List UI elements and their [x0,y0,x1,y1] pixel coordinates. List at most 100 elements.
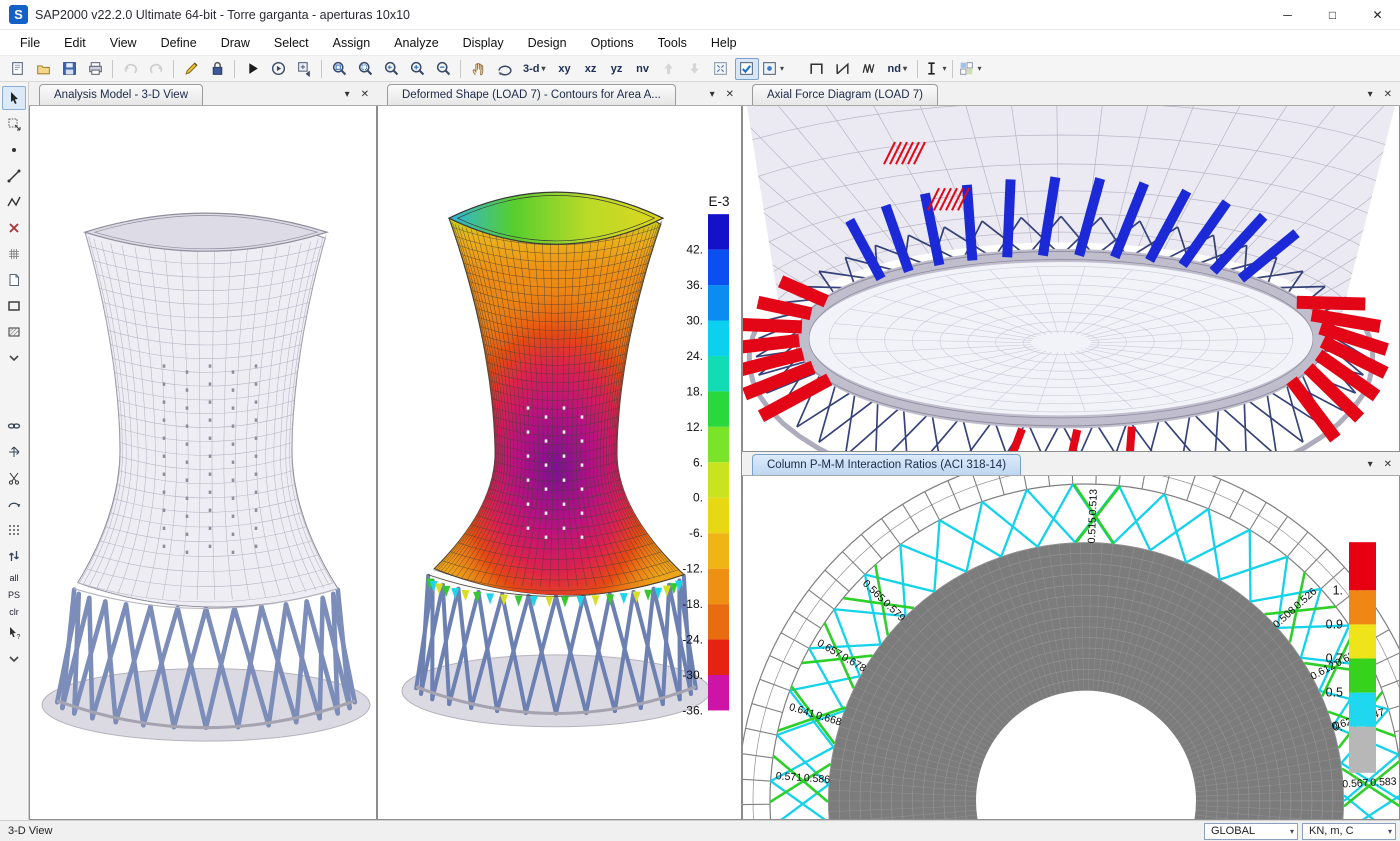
maximize-button[interactable]: □ [1310,0,1355,29]
menu-tools[interactable]: Tools [646,32,699,54]
run-options-button[interactable] [266,58,290,80]
rotate-3d-button[interactable] [492,58,516,80]
panel-close-icon[interactable]: ✕ [1384,460,1392,470]
svg-text:6.: 6. [693,455,703,469]
section-display-button[interactable]: ▾ [923,58,947,80]
zoom-extents-button[interactable] [327,58,351,80]
delete-tool[interactable] [2,216,26,240]
zoom-previous-button[interactable] [379,58,403,80]
view-xy-button[interactable]: xy [553,58,577,80]
shrink-objects-button[interactable] [709,58,733,80]
zoom-in-button[interactable] [405,58,429,80]
undo-button[interactable] [118,58,142,80]
more-tools-button-2[interactable] [2,647,26,671]
svg-text:0.567: 0.567 [1342,777,1369,790]
clear-selection-button[interactable]: clr [2,603,26,620]
menu-define[interactable]: Define [149,32,209,54]
open-file-button[interactable] [31,58,55,80]
panel-menu-icon[interactable]: ▾ [345,90,350,100]
units-select[interactable]: KN, m, C▾ [1302,823,1396,840]
updown-tool[interactable] [2,544,26,568]
menu-analyze[interactable]: Analyze [382,32,450,54]
panel-close-icon[interactable]: ✕ [726,90,734,100]
pan-button[interactable] [466,58,490,80]
deformed-shape-view[interactable]: E-342.36.30.24.18.12.6.0.-6.-12.-18.-24.… [378,106,741,819]
run-analysis-button[interactable] [240,58,264,80]
panel-menu-icon[interactable]: ▾ [710,90,715,100]
menu-assign[interactable]: Assign [321,32,383,54]
axial-force-view[interactable] [743,106,1399,451]
panel-menu-icon[interactable]: ▾ [1368,90,1373,100]
panel-menu-icon[interactable]: ▾ [1368,460,1373,470]
draw-brace-button[interactable] [831,58,855,80]
view-yz-button[interactable]: yz [605,58,629,80]
draw-frame-tool[interactable] [2,164,26,188]
nd-button[interactable]: nd▾ [883,58,912,80]
panel-close-icon[interactable]: ✕ [361,90,369,100]
panel-close-icon[interactable]: ✕ [1384,90,1392,100]
object-options-button[interactable]: ▾ [761,58,785,80]
draw-frame-button[interactable] [805,58,829,80]
select-all-button[interactable]: all [2,569,26,586]
show-selection-icon [738,60,755,77]
draw-spring-button[interactable] [857,58,881,80]
view-3d-button[interactable]: 3-d▾ [518,58,551,80]
menu-help[interactable]: Help [699,32,749,54]
section-cut-tool[interactable] [2,320,26,344]
show-selection-button[interactable] [735,58,759,80]
new-window-tool[interactable] [2,268,26,292]
menu-options[interactable]: Options [579,32,646,54]
tab-axial-force[interactable]: Axial Force Diagram (LOAD 7) [752,84,938,105]
draw-joint-tool[interactable] [2,138,26,162]
zoom-window-button[interactable] [353,58,377,80]
more-tools-button[interactable] [2,346,26,370]
snap-points-tool[interactable] [2,518,26,542]
grid-tool[interactable] [2,242,26,266]
view-nv-button[interactable]: nv [631,58,655,80]
select-pointer-tool[interactable] [2,86,26,110]
rect-icon-icon [6,298,22,314]
menu-design[interactable]: Design [516,32,579,54]
menu-select[interactable]: Select [262,32,321,54]
tab-deformed-shape[interactable]: Deformed Shape (LOAD 7) - Contours for A… [387,84,676,105]
close-button[interactable]: ✕ [1355,0,1400,29]
save-button[interactable] [57,58,81,80]
redo-button[interactable] [144,58,168,80]
lock-model-button[interactable] [205,58,229,80]
run-steps-button[interactable] [292,58,316,80]
coord-system-select[interactable]: GLOBAL▾ [1204,823,1298,840]
get-info-tool[interactable]: ? [2,621,26,645]
refresh-window-button[interactable] [179,58,203,80]
interaction-ratios-view[interactable]: 0.5150.5130.5080.5260.6120.6310.6220.647… [743,476,1399,819]
new-model-button[interactable] [5,58,29,80]
tab-analysis-model[interactable]: Analysis Model - 3-D View [39,84,203,105]
tab-interaction-ratios[interactable]: Column P-M-M Interaction Ratios (ACI 318… [752,454,1021,475]
menu-file[interactable]: File [8,32,52,54]
axes-tool[interactable] [2,440,26,464]
divide-tool[interactable] [2,466,26,490]
move-up-button[interactable] [657,58,681,80]
move-down-button[interactable] [683,58,707,80]
analysis-3d-view[interactable] [30,106,376,819]
menu-display[interactable]: Display [451,32,516,54]
view-xz-button[interactable]: xz [579,58,603,80]
link-tool[interactable] [2,414,26,438]
chevron-down-icon [6,350,22,366]
draw-area-tool[interactable] [2,294,26,318]
rotate-3d-icon [496,60,513,77]
zoom-out-button[interactable] [431,58,455,80]
section-I-icon [923,60,940,77]
flip-tool[interactable] [2,492,26,516]
draw-poly-tool[interactable] [2,190,26,214]
menu-view[interactable]: View [98,32,149,54]
print-button[interactable] [83,58,107,80]
reshape-tool[interactable] [2,112,26,136]
previous-selection-button[interactable]: PS [2,586,26,603]
menu-edit[interactable]: Edit [52,32,98,54]
menu-draw[interactable]: Draw [209,32,262,54]
display-options-button[interactable]: ▾ [958,58,982,80]
minimize-button[interactable]: ─ [1265,0,1310,29]
move-down-icon [686,60,703,77]
svg-text:0.: 0. [693,491,703,505]
toolbar-separator [917,60,918,78]
